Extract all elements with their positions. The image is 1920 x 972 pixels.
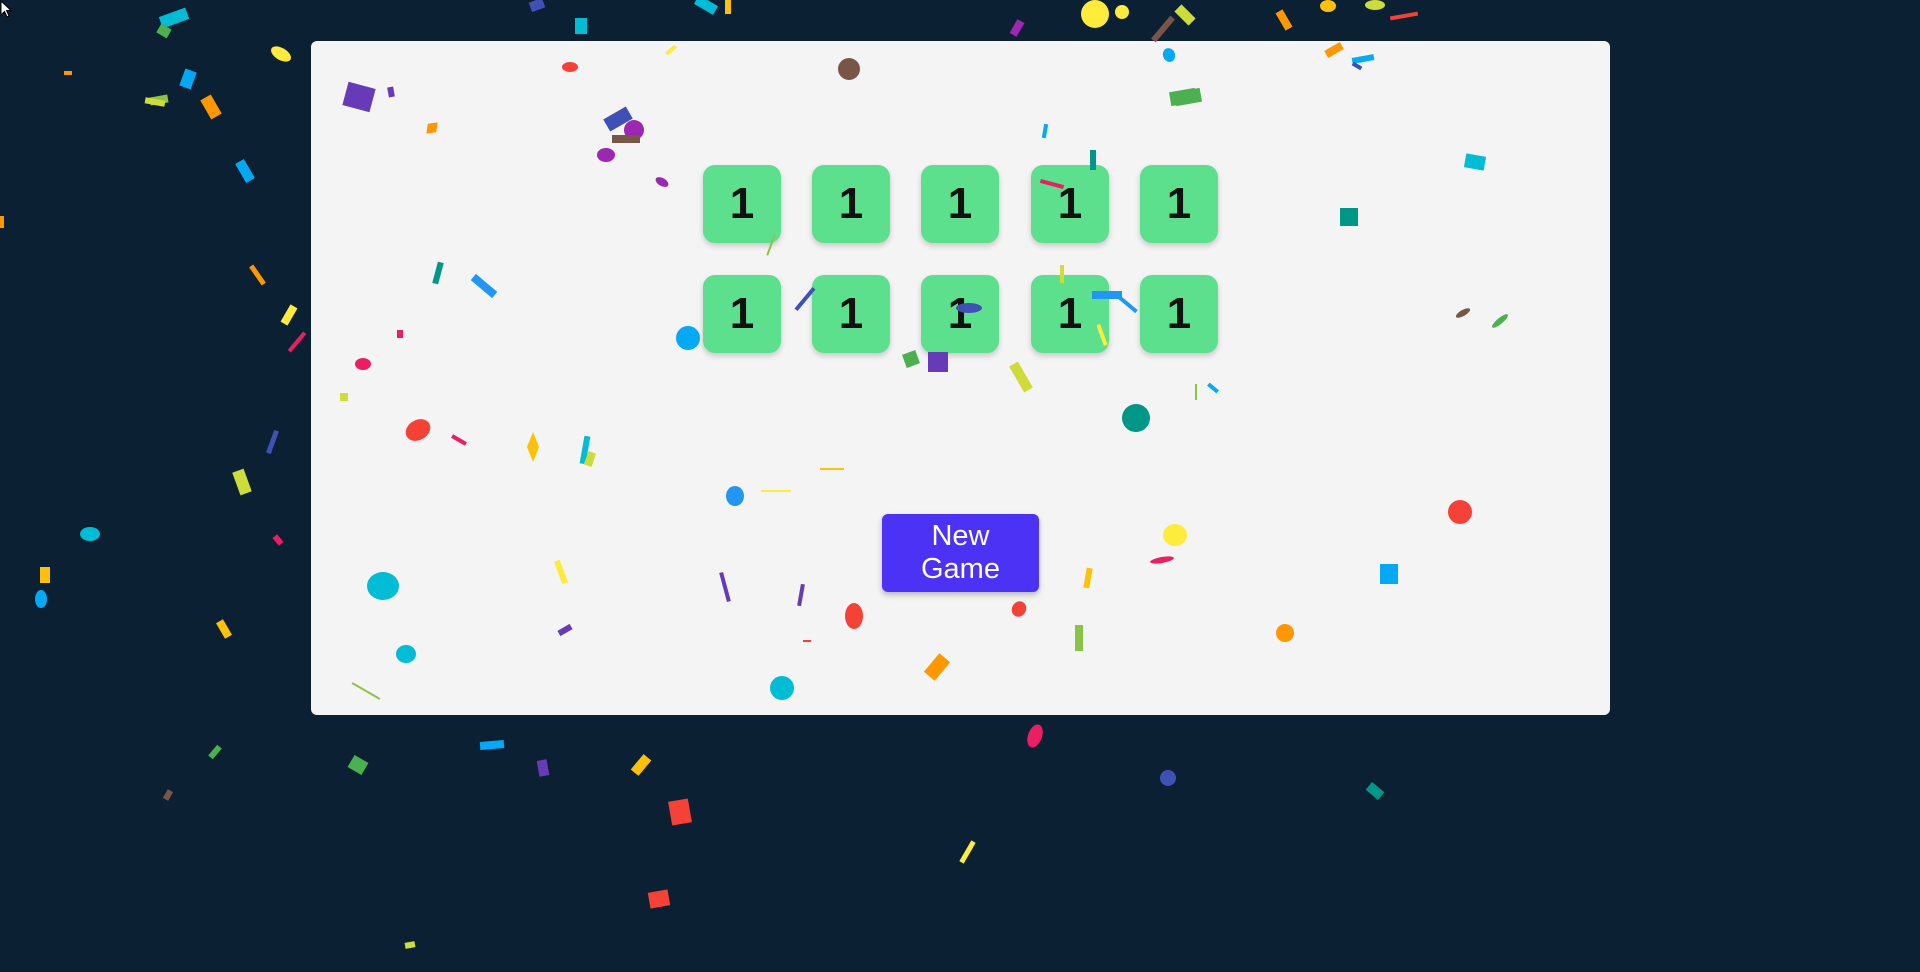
confetti-piece <box>272 534 284 546</box>
confetti-piece <box>404 941 416 949</box>
confetti-piece <box>536 759 550 777</box>
die-1[interactable]: 1 <box>703 165 781 243</box>
confetti-piece <box>630 754 652 776</box>
confetti-piece <box>1320 0 1336 12</box>
confetti-piece <box>179 68 197 90</box>
confetti-piece <box>40 567 50 583</box>
confetti-piece <box>268 43 294 65</box>
die-10[interactable]: 1 <box>1140 275 1218 353</box>
confetti-piece <box>347 754 369 776</box>
confetti-piece <box>280 304 298 326</box>
confetti-piece <box>232 468 252 496</box>
confetti-piece <box>35 590 47 608</box>
confetti-piece <box>0 216 4 228</box>
die-9[interactable]: 1 <box>1031 275 1109 353</box>
confetti-piece <box>528 0 546 13</box>
die-8[interactable]: 1 <box>921 275 999 353</box>
confetti-piece <box>725 0 731 14</box>
confetti-piece <box>1365 0 1385 10</box>
confetti-piece <box>249 264 266 286</box>
confetti-piece <box>1115 5 1129 19</box>
confetti-piece <box>1151 15 1175 43</box>
confetti-piece <box>162 789 174 801</box>
new-game-button[interactable]: New Game <box>882 514 1039 592</box>
confetti-piece <box>1081 0 1109 28</box>
confetti-piece <box>1365 782 1385 800</box>
confetti-piece <box>208 744 222 760</box>
confetti-piece <box>144 97 166 107</box>
confetti-piece <box>80 527 100 541</box>
confetti-piece <box>156 23 172 39</box>
confetti-piece <box>575 18 587 34</box>
confetti-piece <box>668 798 692 826</box>
confetti-piece <box>959 840 976 864</box>
confetti-piece <box>693 0 719 15</box>
confetti-piece <box>266 429 279 455</box>
confetti-piece <box>149 94 169 106</box>
confetti-piece <box>1160 770 1176 786</box>
confetti-piece <box>235 158 255 184</box>
confetti-piece <box>158 7 190 29</box>
confetti-piece <box>64 71 72 75</box>
confetti-piece <box>1275 9 1293 31</box>
confetti-piece <box>647 889 671 909</box>
confetti-piece <box>1009 19 1025 37</box>
die-7[interactable]: 1 <box>812 275 890 353</box>
die-6[interactable]: 1 <box>703 275 781 353</box>
confetti-piece <box>200 94 222 120</box>
game-board: 1 1 1 1 1 1 1 1 1 1 <box>311 41 1610 715</box>
confetti-piece <box>216 619 232 639</box>
confetti-piece <box>1174 4 1196 26</box>
confetti-piece <box>1389 11 1419 21</box>
confetti-piece <box>1024 722 1046 750</box>
die-5[interactable]: 1 <box>1140 165 1218 243</box>
die-2[interactable]: 1 <box>812 165 890 243</box>
confetti-piece <box>479 739 505 751</box>
die-4[interactable]: 1 <box>1031 165 1109 243</box>
game-screen: 1 1 1 1 1 1 1 1 1 1 New Game <box>0 0 1920 972</box>
mouse-cursor-icon <box>0 0 13 18</box>
die-3[interactable]: 1 <box>921 165 999 243</box>
confetti-piece <box>287 331 307 353</box>
